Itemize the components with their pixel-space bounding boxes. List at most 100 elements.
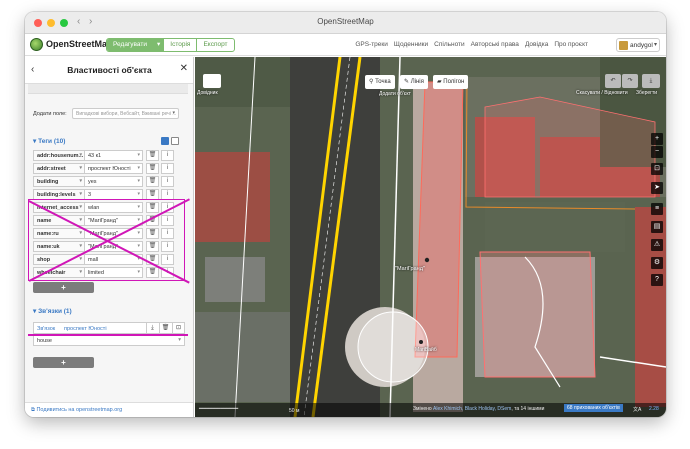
tag-key: building bbox=[37, 179, 59, 185]
username: andygol bbox=[630, 42, 653, 49]
info-icon[interactable]: i bbox=[161, 163, 174, 174]
tag-value-input[interactable]: проспект Юності ▾ bbox=[85, 163, 143, 174]
tag-value-input[interactable]: yes ▾ bbox=[85, 176, 143, 187]
add-field-label: Додати поле: bbox=[33, 111, 67, 117]
download-icon[interactable]: ⤓ bbox=[146, 323, 158, 333]
tags-section-toggle[interactable]: ▾ Теги (10) bbox=[33, 137, 65, 145]
list-view-icon[interactable] bbox=[161, 137, 169, 145]
add-area-button[interactable]: ▰ Полігон bbox=[433, 75, 469, 89]
tag-value: 3 bbox=[88, 192, 92, 198]
map-footer: ━━━━━━━━━━━━━ 50 м Змінено Alex Khimich,… bbox=[195, 403, 666, 417]
view-on-osm-text: Подивитись на openstreetmap.org bbox=[36, 407, 123, 413]
trash-icon[interactable]: 🗑 bbox=[146, 176, 159, 187]
hidden-objects-badge[interactable]: 68 прихованих об'єктів bbox=[564, 404, 623, 412]
relation-role-value: house bbox=[37, 338, 52, 344]
nav-diaries[interactable]: Щоденники bbox=[394, 41, 428, 48]
map-canvas[interactable]: Довідник ⚲ Точка ✎ Лінія ▰ Полігон Додат… bbox=[195, 57, 666, 417]
view-on-osm-link[interactable]: ⧉ Подивитись на openstreetmap.org bbox=[25, 402, 193, 417]
edit-button[interactable]: Редагувати bbox=[107, 39, 155, 51]
chevron-down-icon: ▾ bbox=[172, 110, 175, 116]
history-button[interactable]: Історія bbox=[164, 39, 198, 51]
nav-communities[interactable]: Спільноти bbox=[434, 41, 465, 48]
tag-key: addr:housenum... bbox=[37, 153, 84, 159]
tag-key-input[interactable]: building ▾ bbox=[33, 176, 85, 187]
add-field-input[interactable]: Випадкові вибори, Вебсайт, Вживані речі … bbox=[72, 108, 179, 119]
building-name-label: "МагіГранд" bbox=[395, 266, 425, 272]
attribution-prefix: Змінено bbox=[413, 406, 432, 412]
chevron-down-icon: ▾ bbox=[79, 191, 82, 197]
tag-row: building ▾ yes ▾ 🗑 i bbox=[33, 176, 180, 187]
geolocate-icon[interactable]: ➤ bbox=[651, 182, 663, 194]
relations-section-toggle[interactable]: ▾ Зв'язки (1) bbox=[33, 307, 72, 315]
help-icon[interactable]: ? bbox=[651, 274, 663, 286]
trash-icon[interactable]: 🗑 bbox=[159, 323, 171, 333]
relation-type: Зв'язок bbox=[37, 326, 56, 332]
undo-redo-label: Скасувати / Відновити bbox=[576, 90, 628, 96]
save-button[interactable]: ⤓ bbox=[642, 74, 660, 88]
export-button[interactable]: Експорт bbox=[197, 39, 233, 51]
user-menu[interactable]: andygol ▾ bbox=[616, 38, 660, 52]
tag-key-input[interactable]: addr:housenum... ▾ bbox=[33, 150, 85, 161]
issues-icon[interactable]: ⚠ bbox=[651, 239, 663, 251]
fields-section-end bbox=[28, 84, 188, 94]
zoom-in-icon[interactable]: + bbox=[651, 133, 663, 145]
tag-value: 43 к1 bbox=[88, 153, 102, 159]
info-icon[interactable]: i bbox=[161, 150, 174, 161]
add-point-button[interactable]: ⚲ Точка bbox=[365, 75, 395, 89]
brand-name[interactable]: OpenStreetMap bbox=[46, 39, 113, 49]
redo-icon[interactable]: ↷ bbox=[622, 74, 638, 88]
osm-header: OpenStreetMap Редагувати ▾ Історія Експо… bbox=[25, 34, 666, 56]
preferences-icon[interactable]: ⚙ bbox=[651, 257, 663, 269]
chevron-down-icon: ▾ bbox=[137, 152, 140, 158]
add-relation-button[interactable]: + bbox=[33, 357, 94, 368]
tag-value-input[interactable]: 43 к1 ▾ bbox=[85, 150, 143, 161]
tag-value: проспект Юності bbox=[88, 166, 131, 172]
chevron-down-icon: ▾ bbox=[137, 165, 140, 171]
background-panel-icon[interactable] bbox=[203, 74, 221, 88]
inspector-title: Властивості об'єкта bbox=[67, 65, 152, 75]
tags-title: Теги (10) bbox=[38, 138, 66, 145]
zoom-to-icon[interactable]: ⊡ bbox=[172, 323, 184, 333]
zoom-out-icon[interactable]: − bbox=[651, 146, 663, 158]
relation-name-link[interactable]: проспект Юності bbox=[64, 326, 107, 332]
scale-label: 50 м bbox=[289, 408, 300, 414]
tag-key-input[interactable]: addr:street ▾ bbox=[33, 163, 85, 174]
browser-window: ‹ › OpenStreetMap OpenStreetMap Редагува… bbox=[25, 12, 666, 417]
layers-icon[interactable]: ≡ bbox=[651, 203, 663, 215]
add-line-label: Лінія bbox=[410, 79, 424, 85]
add-tag-button[interactable]: + bbox=[33, 282, 94, 293]
edit-dropdown-button[interactable]: ▾ bbox=[154, 39, 165, 51]
relation-role-input[interactable]: house ▾ bbox=[33, 335, 185, 346]
nav-about[interactable]: Про проєкт bbox=[554, 41, 588, 48]
chevron-down-icon: ▾ bbox=[79, 178, 82, 184]
trash-icon[interactable]: 🗑 bbox=[146, 163, 159, 174]
zoom-to-selection-icon[interactable]: ⊡ bbox=[651, 163, 663, 175]
info-icon[interactable]: i bbox=[161, 176, 174, 187]
attribution-authors[interactable]: Alex Khimich, Black Holiday, DSem bbox=[433, 406, 511, 412]
nav-help[interactable]: Довідка bbox=[525, 41, 548, 48]
nav-gps-traces[interactable]: GPS-треки bbox=[355, 41, 388, 48]
annotation-underline bbox=[28, 334, 188, 336]
line-icon: ✎ bbox=[404, 79, 411, 85]
add-point-label: Точка bbox=[375, 79, 391, 85]
add-field-placeholder: Випадкові вибори, Вебсайт, Вживані речі … bbox=[76, 111, 177, 117]
undo-icon[interactable]: ↶ bbox=[605, 74, 621, 88]
close-icon[interactable]: ✕ bbox=[180, 63, 188, 74]
map-data-icon[interactable]: ▤ bbox=[651, 221, 663, 233]
trash-icon[interactable]: 🗑 bbox=[146, 150, 159, 161]
relation-row: Зв'язок проспект Юності ⤓ 🗑 ⊡ bbox=[33, 322, 185, 334]
attribution: Змінено Alex Khimich, Black Holiday, DSe… bbox=[413, 406, 545, 412]
add-feature-label: Додати об'єкт bbox=[379, 91, 411, 97]
edit-button-group: Редагувати ▾ Історія Експорт bbox=[106, 38, 235, 52]
add-area-label: Полігон bbox=[443, 79, 465, 85]
text-view-icon[interactable] bbox=[171, 137, 179, 145]
nav-copyright[interactable]: Авторські права bbox=[471, 41, 519, 48]
inspector-header: ‹ Властивості об'єкта ✕ bbox=[25, 57, 193, 84]
translate-icon[interactable]: 文A bbox=[633, 406, 641, 413]
relations-title: Зв'язки (1) bbox=[38, 308, 72, 315]
osm-logo-icon[interactable] bbox=[30, 38, 43, 51]
tag-key: building:levels bbox=[37, 192, 76, 198]
attribution-suffix: та 14 іншими bbox=[514, 406, 545, 412]
background-button-label: Довідник bbox=[197, 90, 218, 96]
add-line-button[interactable]: ✎ Лінія bbox=[400, 75, 428, 89]
